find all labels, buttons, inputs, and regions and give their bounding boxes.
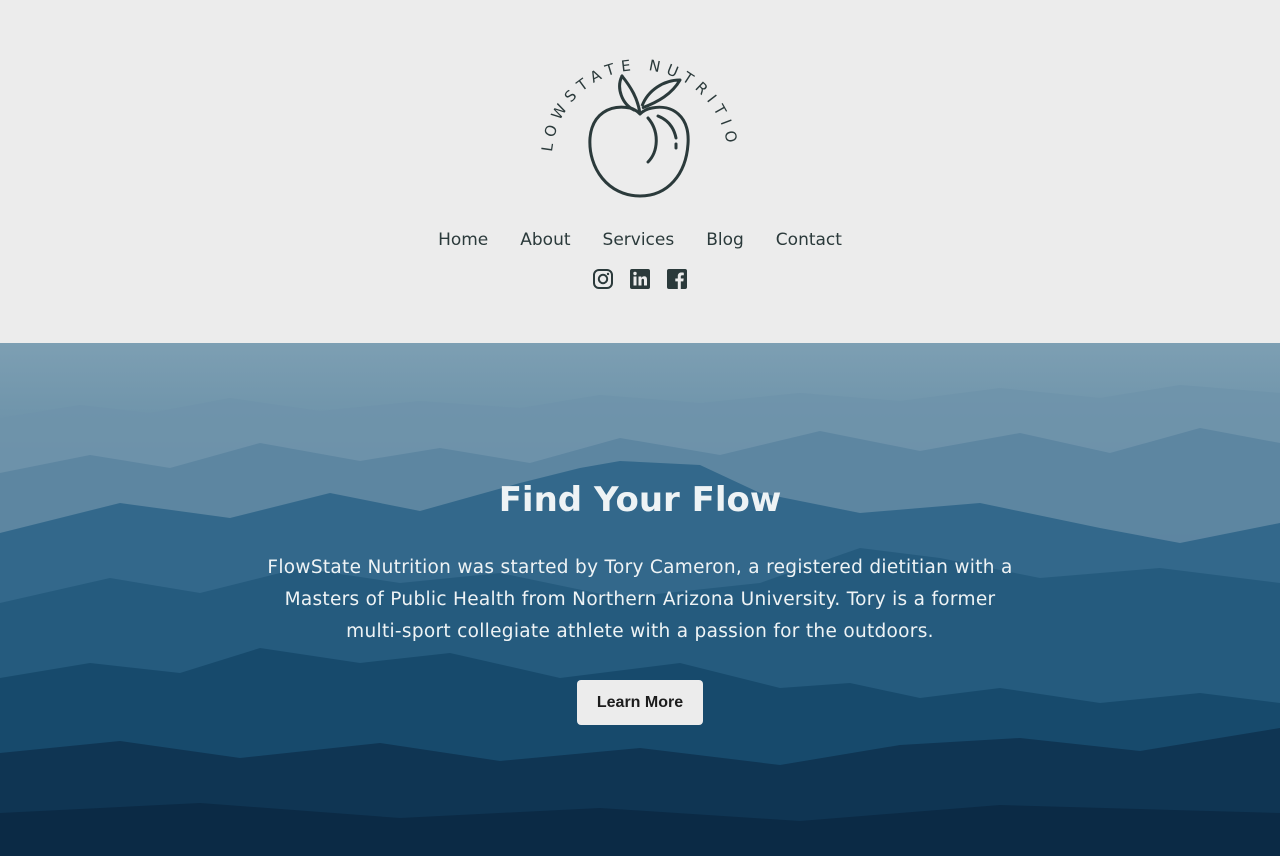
brand-logo[interactable]: FLOWSTATE NUTRITION (530, 28, 750, 208)
linkedin-icon[interactable] (629, 268, 651, 290)
nav-blog[interactable]: Blog (706, 226, 744, 254)
main-nav: Home About Services Blog Contact (0, 226, 1280, 254)
facebook-icon[interactable] (666, 268, 688, 290)
nav-contact[interactable]: Contact (776, 226, 842, 254)
nav-about[interactable]: About (520, 226, 570, 254)
nav-home[interactable]: Home (438, 226, 488, 254)
social-links (0, 268, 1280, 290)
instagram-icon[interactable] (592, 268, 614, 290)
hero-title: Find Your Flow (498, 480, 782, 520)
brand-name: FLOWSTATE NUTRITION (530, 28, 736, 153)
nav-services[interactable]: Services (603, 226, 675, 254)
learn-more-button[interactable]: Learn More (577, 680, 703, 725)
hero-description: FlowState Nutrition was started by Tory … (267, 557, 1013, 642)
peach-icon (588, 105, 690, 198)
site-header: FLOWSTATE NUTRITION Home About Services … (0, 0, 1280, 343)
svg-text:FLOWSTATE NUTRITION: FLOWSTATE NUTRITION (530, 28, 742, 153)
